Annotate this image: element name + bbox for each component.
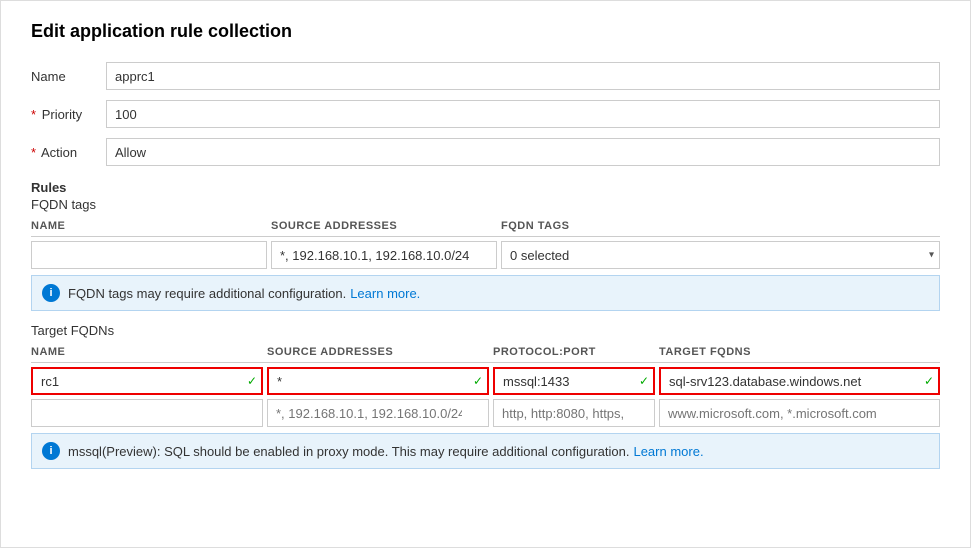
target-row2-target-input[interactable]	[659, 399, 940, 427]
target-row2-proto-input[interactable]	[493, 399, 655, 427]
target-col-src-header: SOURCE ADDRESSES	[267, 346, 493, 358]
action-label: * Action	[31, 145, 106, 160]
target-fqdns-row-1: ✓ ✓ ✓ ✓	[31, 367, 940, 395]
fqdn-tags-src-input[interactable]	[271, 241, 497, 269]
target-row2-name-input[interactable]	[31, 399, 263, 427]
target-fqdns-label: Target FQDNs	[31, 323, 940, 338]
fqdn-tags-info-icon: i	[42, 284, 60, 302]
rules-section-label: Rules	[31, 180, 940, 195]
name-input[interactable]	[106, 62, 940, 90]
name-label: Name	[31, 69, 106, 84]
fqdn-tags-col-name-header: NAME	[31, 220, 271, 232]
target-fqdns-info-icon: i	[42, 442, 60, 460]
page-title: Edit application rule collection	[31, 21, 940, 42]
action-input[interactable]	[106, 138, 940, 166]
target-row2-src-input[interactable]	[267, 399, 489, 427]
fqdn-tags-name-input[interactable]	[31, 241, 267, 269]
fqdn-tags-label: FQDN tags	[31, 197, 940, 212]
target-row1-name-input[interactable]	[31, 367, 263, 395]
target-col-target-header: TARGET FQDNS	[659, 346, 940, 358]
priority-input[interactable]	[106, 100, 940, 128]
fqdn-tags-info-bar: i FQDN tags may require additional confi…	[31, 275, 940, 311]
fqdn-tags-row-1: 0 selected ▾	[31, 241, 940, 269]
target-row1-target-input[interactable]	[659, 367, 940, 395]
target-fqdns-learn-more-link[interactable]: Learn more.	[633, 444, 703, 459]
target-fqdns-row-2	[31, 399, 940, 427]
target-row1-src-input[interactable]	[267, 367, 489, 395]
fqdn-tags-dropdown[interactable]: 0 selected	[501, 241, 940, 269]
target-col-proto-header: PROTOCOL:PORT	[493, 346, 659, 358]
target-col-name-header: NAME	[31, 346, 267, 358]
target-fqdns-info-text: mssql(Preview): SQL should be enabled in…	[68, 444, 629, 459]
action-required-star: *	[31, 145, 36, 160]
priority-label: * Priority	[31, 107, 106, 122]
fqdn-tags-col-tags-header: FQDN TAGS	[501, 220, 940, 232]
priority-required-star: *	[31, 107, 36, 122]
target-fqdns-info-bar: i mssql(Preview): SQL should be enabled …	[31, 433, 940, 469]
target-row1-proto-input[interactable]	[493, 367, 655, 395]
fqdn-tags-learn-more-link[interactable]: Learn more.	[350, 286, 420, 301]
fqdn-tags-info-text: FQDN tags may require additional configu…	[68, 286, 346, 301]
fqdn-tags-col-src-header: SOURCE ADDRESSES	[271, 220, 501, 232]
